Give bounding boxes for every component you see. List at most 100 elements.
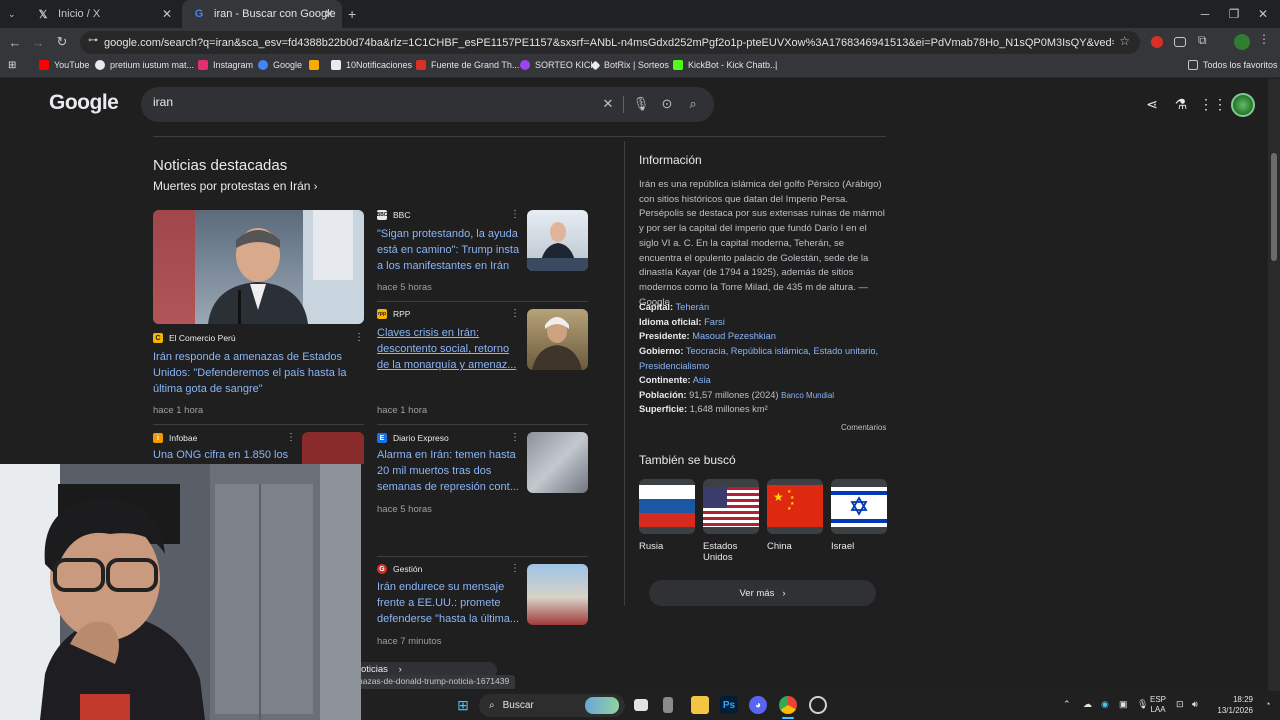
app-icon[interactable] <box>809 696 827 714</box>
notification-icon[interactable]: ◔ <box>1265 699 1270 709</box>
clock[interactable]: 18:29 13/1/2026 <box>1207 694 1253 716</box>
news-source[interactable]: G Gestión <box>377 564 422 574</box>
news-thumbnail[interactable] <box>527 564 588 625</box>
bookmark-botrix[interactable]: BotRix | Sorteos <box>590 60 669 70</box>
bookmark-icon-only[interactable] <box>309 60 324 70</box>
taskbar-search[interactable]: ⌕ Buscar <box>479 694 625 717</box>
search-input[interactable] <box>153 95 573 109</box>
labs-flask-icon[interactable]: ⚗ <box>1172 95 1190 113</box>
also-searched-name[interactable]: China <box>767 541 792 552</box>
flag-israel[interactable] <box>831 479 887 534</box>
microphone-icon[interactable]: 🎙︎ <box>633 96 650 112</box>
bookmark-kickbot[interactable]: KickBot - Kick Chatb... <box>673 60 778 70</box>
bookmark-star-icon[interactable]: ☆ <box>1119 34 1130 48</box>
news-source[interactable]: C El Comercio Perú <box>153 333 236 343</box>
more-options-icon[interactable]: ⋮ <box>510 209 520 220</box>
tab-search-menu[interactable]: ⌄ <box>4 0 24 28</box>
new-tab-button[interactable]: + <box>344 0 364 28</box>
bookmark-youtube[interactable]: YouTube <box>39 60 89 70</box>
close-tab-icon[interactable]: ✕ <box>324 7 334 21</box>
flag-russia[interactable] <box>639 479 695 534</box>
volume-icon[interactable]: 🔊︎ <box>1192 699 1198 710</box>
extension-icon[interactable] <box>1151 36 1163 48</box>
extensions-puzzle-icon[interactable]: ⧉ <box>1198 33 1214 49</box>
tray-app-icon[interactable]: ☁ <box>1083 699 1092 710</box>
more-options-icon[interactable]: ⋮ <box>510 308 520 319</box>
news-headline[interactable]: Irán endurece su mensaje frente a EE.UU.… <box>377 579 520 627</box>
close-tab-icon[interactable]: ✕ <box>162 7 172 21</box>
lens-camera-icon[interactable]: ⊙ <box>659 96 675 112</box>
news-topic-link[interactable]: Muertes por protestas en Irán › <box>153 179 317 193</box>
language-indicator[interactable]: ESP LAA <box>1150 695 1166 715</box>
google-logo[interactable]: Google <box>49 91 119 115</box>
news-thumbnail[interactable] <box>527 309 588 370</box>
language-link[interactable]: Farsi <box>704 317 725 327</box>
extension-icon[interactable] <box>1174 37 1186 47</box>
google-apps-icon[interactable]: ⋮⋮ <box>1199 95 1227 113</box>
menu-kebab-icon[interactable]: ⋮ <box>1258 32 1274 48</box>
discord-icon[interactable]: ◕ <box>749 696 767 714</box>
all-bookmarks-folder[interactable]: Todos los favoritos <box>1188 60 1278 70</box>
main-news-image[interactable] <box>153 210 364 324</box>
more-options-icon[interactable]: ⋮ <box>510 432 520 443</box>
microphone-icon[interactable]: 🎙︎ <box>1137 699 1148 710</box>
more-options-icon[interactable]: ⋮ <box>286 432 296 443</box>
capital-link[interactable]: Teherán <box>676 302 710 312</box>
forward-button[interactable]: → <box>28 32 48 52</box>
tab-google-search[interactable]: G iran - Buscar con Google ✕ <box>182 0 342 28</box>
tray-app-icon[interactable]: ▣ <box>1119 699 1128 710</box>
news-thumbnail[interactable] <box>527 432 588 493</box>
close-window-button[interactable]: ✕ <box>1246 0 1280 28</box>
news-thumbnail[interactable] <box>527 210 588 271</box>
back-button[interactable]: ← <box>5 32 25 52</box>
network-icon[interactable]: ⊡ <box>1176 699 1184 710</box>
bookmark-instagram[interactable]: Instagram <box>198 60 253 70</box>
news-headline[interactable]: Claves crisis en Irán: descontento socia… <box>377 325 520 373</box>
bookmark-google[interactable]: Google <box>258 60 302 70</box>
page-scrollbar[interactable] <box>1268 79 1280 691</box>
scrollbar-thumb[interactable] <box>1271 153 1277 261</box>
site-info-icon[interactable]: ⊶ <box>88 35 98 46</box>
tray-overflow-icon[interactable]: ⌃ <box>1063 699 1071 710</box>
account-avatar[interactable] <box>1231 93 1255 117</box>
also-searched-name[interactable]: Estados Unidos <box>703 541 753 563</box>
population-source-link[interactable]: Banco Mundial <box>781 391 834 400</box>
more-options-icon[interactable]: ⋮ <box>354 332 364 343</box>
tab-x-inicio[interactable]: 𝕏 Inicio / X ✕ <box>26 0 180 28</box>
search-icon[interactable]: ⌕ <box>685 96 701 112</box>
news-headline[interactable]: Irán responde a amenazas de Estados Unid… <box>153 349 353 397</box>
bookmark-sorteo-kick[interactable]: SORTEO KICK <box>520 60 596 70</box>
also-searched-name[interactable]: Israel <box>831 541 854 552</box>
see-more-button[interactable]: Ver más › <box>649 580 876 606</box>
search-box[interactable]: ✕ 🎙︎ ⊙ ⌕ <box>141 87 714 122</box>
photoshop-icon[interactable]: Ps <box>720 696 738 714</box>
news-thumbnail[interactable] <box>302 432 364 464</box>
address-bar[interactable]: ⊶ google.com/search?q=iran&sca_esv=fd438… <box>80 31 1140 54</box>
news-headline[interactable]: "Sigan protestando, la ayuda está en cam… <box>377 226 520 274</box>
share-icon[interactable]: ⋖ <box>1143 95 1161 113</box>
news-source[interactable]: E Diario Expreso <box>377 433 449 443</box>
bookmark-grand-theft[interactable]: Fuente de Grand Th... <box>416 60 519 70</box>
news-source[interactable]: i Infobae <box>153 433 197 443</box>
file-explorer-icon[interactable] <box>691 696 709 714</box>
president-link[interactable]: Masoud Pezeshkian <box>692 331 776 341</box>
task-view-icon[interactable] <box>634 699 648 711</box>
more-options-icon[interactable]: ⋮ <box>510 563 520 574</box>
clear-search-icon[interactable]: ✕ <box>600 96 616 112</box>
tray-app-icon[interactable]: ◉ <box>1101 699 1109 710</box>
bookmark-10notificaciones[interactable]: 10Notificaciones <box>331 60 412 70</box>
feedback-link[interactable]: Comentarios <box>841 423 886 432</box>
news-source[interactable]: BBC BBC <box>377 210 410 220</box>
flag-usa[interactable] <box>703 479 759 534</box>
also-searched-name[interactable]: Rusia <box>639 541 663 552</box>
profile-avatar[interactable] <box>1234 34 1250 50</box>
flag-china[interactable]: ★ ★ ★ ★ ★ <box>767 479 823 534</box>
continent-link[interactable]: Asia <box>693 375 711 385</box>
news-source[interactable]: rpp RPP <box>377 309 410 319</box>
news-headline[interactable]: Una ONG cifra en 1.850 los <box>153 447 293 463</box>
news-headline[interactable]: Alarma en Irán: temen hasta 20 mil muert… <box>377 447 520 495</box>
app-icon[interactable] <box>663 697 673 713</box>
bookmark-pretium[interactable]: pretium iustum mat... <box>95 60 194 70</box>
reload-button[interactable]: ↻ <box>52 32 72 52</box>
windows-start-icon[interactable]: ⊞ <box>454 696 472 714</box>
